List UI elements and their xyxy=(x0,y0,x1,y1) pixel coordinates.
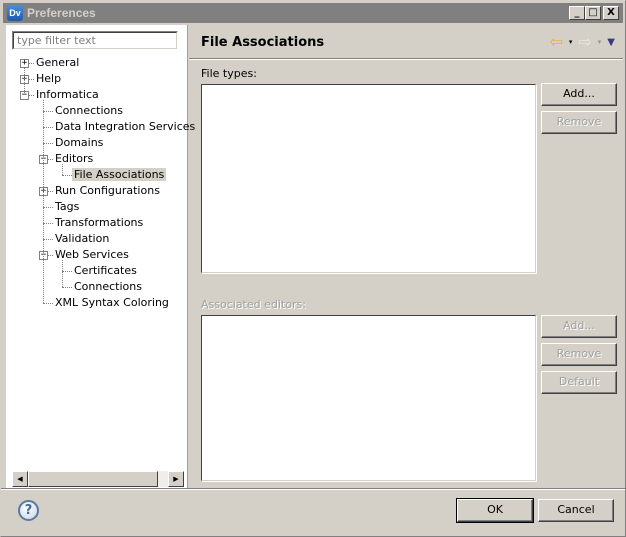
tree-guide xyxy=(62,164,63,175)
tree-item[interactable]: Domains xyxy=(53,135,105,151)
scroll-right-button[interactable]: ▶ xyxy=(168,471,184,487)
tree-item[interactable]: General xyxy=(34,55,81,71)
preference-tree-pane: General+Help+Informatica−ConnectionsData… xyxy=(6,25,195,488)
close-button[interactable]: X xyxy=(603,6,619,20)
horizontal-scrollbar[interactable]: ◀ ▶ xyxy=(12,471,184,487)
minimize-button[interactable]: _ xyxy=(569,6,585,20)
tree-guide xyxy=(62,260,63,287)
app-icon: Dv xyxy=(7,5,23,21)
file-types-add-button[interactable]: Add... xyxy=(541,83,617,106)
tree-connector xyxy=(43,127,53,128)
tree-connector xyxy=(43,143,53,144)
expand-icon[interactable]: + xyxy=(20,59,29,68)
preference-page: File Associations ⇦ ▾ ⇨ ▾ ▼ File types: … xyxy=(189,25,623,488)
tree-item-label: Transformations xyxy=(55,216,144,229)
file-types-remove-button[interactable]: Remove xyxy=(541,111,617,134)
tree-item[interactable]: Data Integration Services xyxy=(53,119,197,135)
tree-item[interactable]: Help xyxy=(34,71,63,87)
scroll-thumb[interactable] xyxy=(28,471,158,487)
forward-arrow-icon[interactable]: ⇨ xyxy=(578,34,591,50)
tree-connector xyxy=(62,287,72,288)
tree-item-label: XML Syntax Coloring xyxy=(55,296,169,309)
tree-connector xyxy=(62,271,72,272)
tree-item[interactable]: Tags xyxy=(53,199,81,215)
back-arrow-icon[interactable]: ⇦ xyxy=(549,34,562,50)
tree-item[interactable]: Connections xyxy=(53,103,125,119)
tree-item[interactable]: Certificates xyxy=(72,263,139,279)
tree-item-label: Editors xyxy=(55,152,94,165)
footer-separator xyxy=(1,488,625,490)
tree-item[interactable]: File Associations xyxy=(72,167,167,183)
tree-item-label: Connections xyxy=(55,104,123,117)
tree-item-label: Run Configurations xyxy=(55,184,160,197)
maximize-button[interactable]: □ xyxy=(585,6,601,20)
scroll-left-button[interactable]: ◀ xyxy=(12,471,28,487)
tree-item-label: Tags xyxy=(55,200,80,213)
cancel-button[interactable]: Cancel xyxy=(538,499,614,522)
tree-item[interactable]: XML Syntax Coloring xyxy=(53,295,171,311)
associated-editors-label: Associated editors: xyxy=(201,298,306,311)
title-separator xyxy=(189,58,623,60)
tree-item-label: Web Services xyxy=(55,248,129,261)
title-bar[interactable]: Dv Preferences _ □ X xyxy=(3,3,623,23)
tree-item-label: Domains xyxy=(55,136,104,149)
tree-item[interactable]: Run Configurations xyxy=(53,183,162,199)
tree-item[interactable]: Validation xyxy=(53,231,111,247)
tree-item[interactable]: Connections xyxy=(72,279,144,295)
tree-connector xyxy=(43,207,53,208)
tree-connector xyxy=(43,223,53,224)
page-title: File Associations xyxy=(201,35,325,50)
tree-item[interactable]: Transformations xyxy=(53,215,145,231)
filter-input[interactable] xyxy=(13,32,177,49)
tree-item-label: Connections xyxy=(74,280,142,293)
tree-connector xyxy=(43,111,53,112)
tree-item-label: Data Integration Services xyxy=(55,120,196,133)
associated-editors-list[interactable] xyxy=(201,315,536,481)
tree-connector xyxy=(43,303,53,304)
window-title: Preferences xyxy=(27,6,96,20)
tree-item-label: General xyxy=(36,56,80,69)
filter-field-frame xyxy=(12,31,178,50)
tree-item-label: Informatica xyxy=(36,88,99,101)
tree-connector xyxy=(62,175,72,176)
file-types-label: File types: xyxy=(201,67,257,80)
tree-connector xyxy=(43,239,53,240)
tree-item-label: Help xyxy=(36,72,62,85)
editors-remove-button[interactable]: Remove xyxy=(541,343,617,366)
forward-dropdown-icon[interactable]: ▾ xyxy=(598,38,602,46)
ok-button[interactable]: OK xyxy=(456,498,534,523)
tree-guide xyxy=(24,68,25,95)
editors-add-button[interactable]: Add... xyxy=(541,315,617,338)
tree-item-label: Validation xyxy=(55,232,110,245)
tree-item[interactable]: Editors xyxy=(53,151,95,167)
view-menu-icon[interactable]: ▼ xyxy=(607,37,615,48)
tree-item-label: Certificates xyxy=(74,264,137,277)
preferences-window: Dv Preferences _ □ X General+Help+Inform… xyxy=(0,0,626,537)
editors-default-button[interactable]: Default xyxy=(541,371,617,394)
file-types-list[interactable] xyxy=(201,84,536,273)
tree-item[interactable]: Web Services xyxy=(53,247,131,263)
tree-item-label: File Associations xyxy=(72,168,167,181)
tree-guide xyxy=(43,100,44,303)
back-dropdown-icon[interactable]: ▾ xyxy=(569,38,573,46)
help-icon[interactable]: ? xyxy=(18,500,39,521)
scroll-track[interactable] xyxy=(158,471,168,487)
tree-item[interactable]: Informatica xyxy=(34,87,101,103)
